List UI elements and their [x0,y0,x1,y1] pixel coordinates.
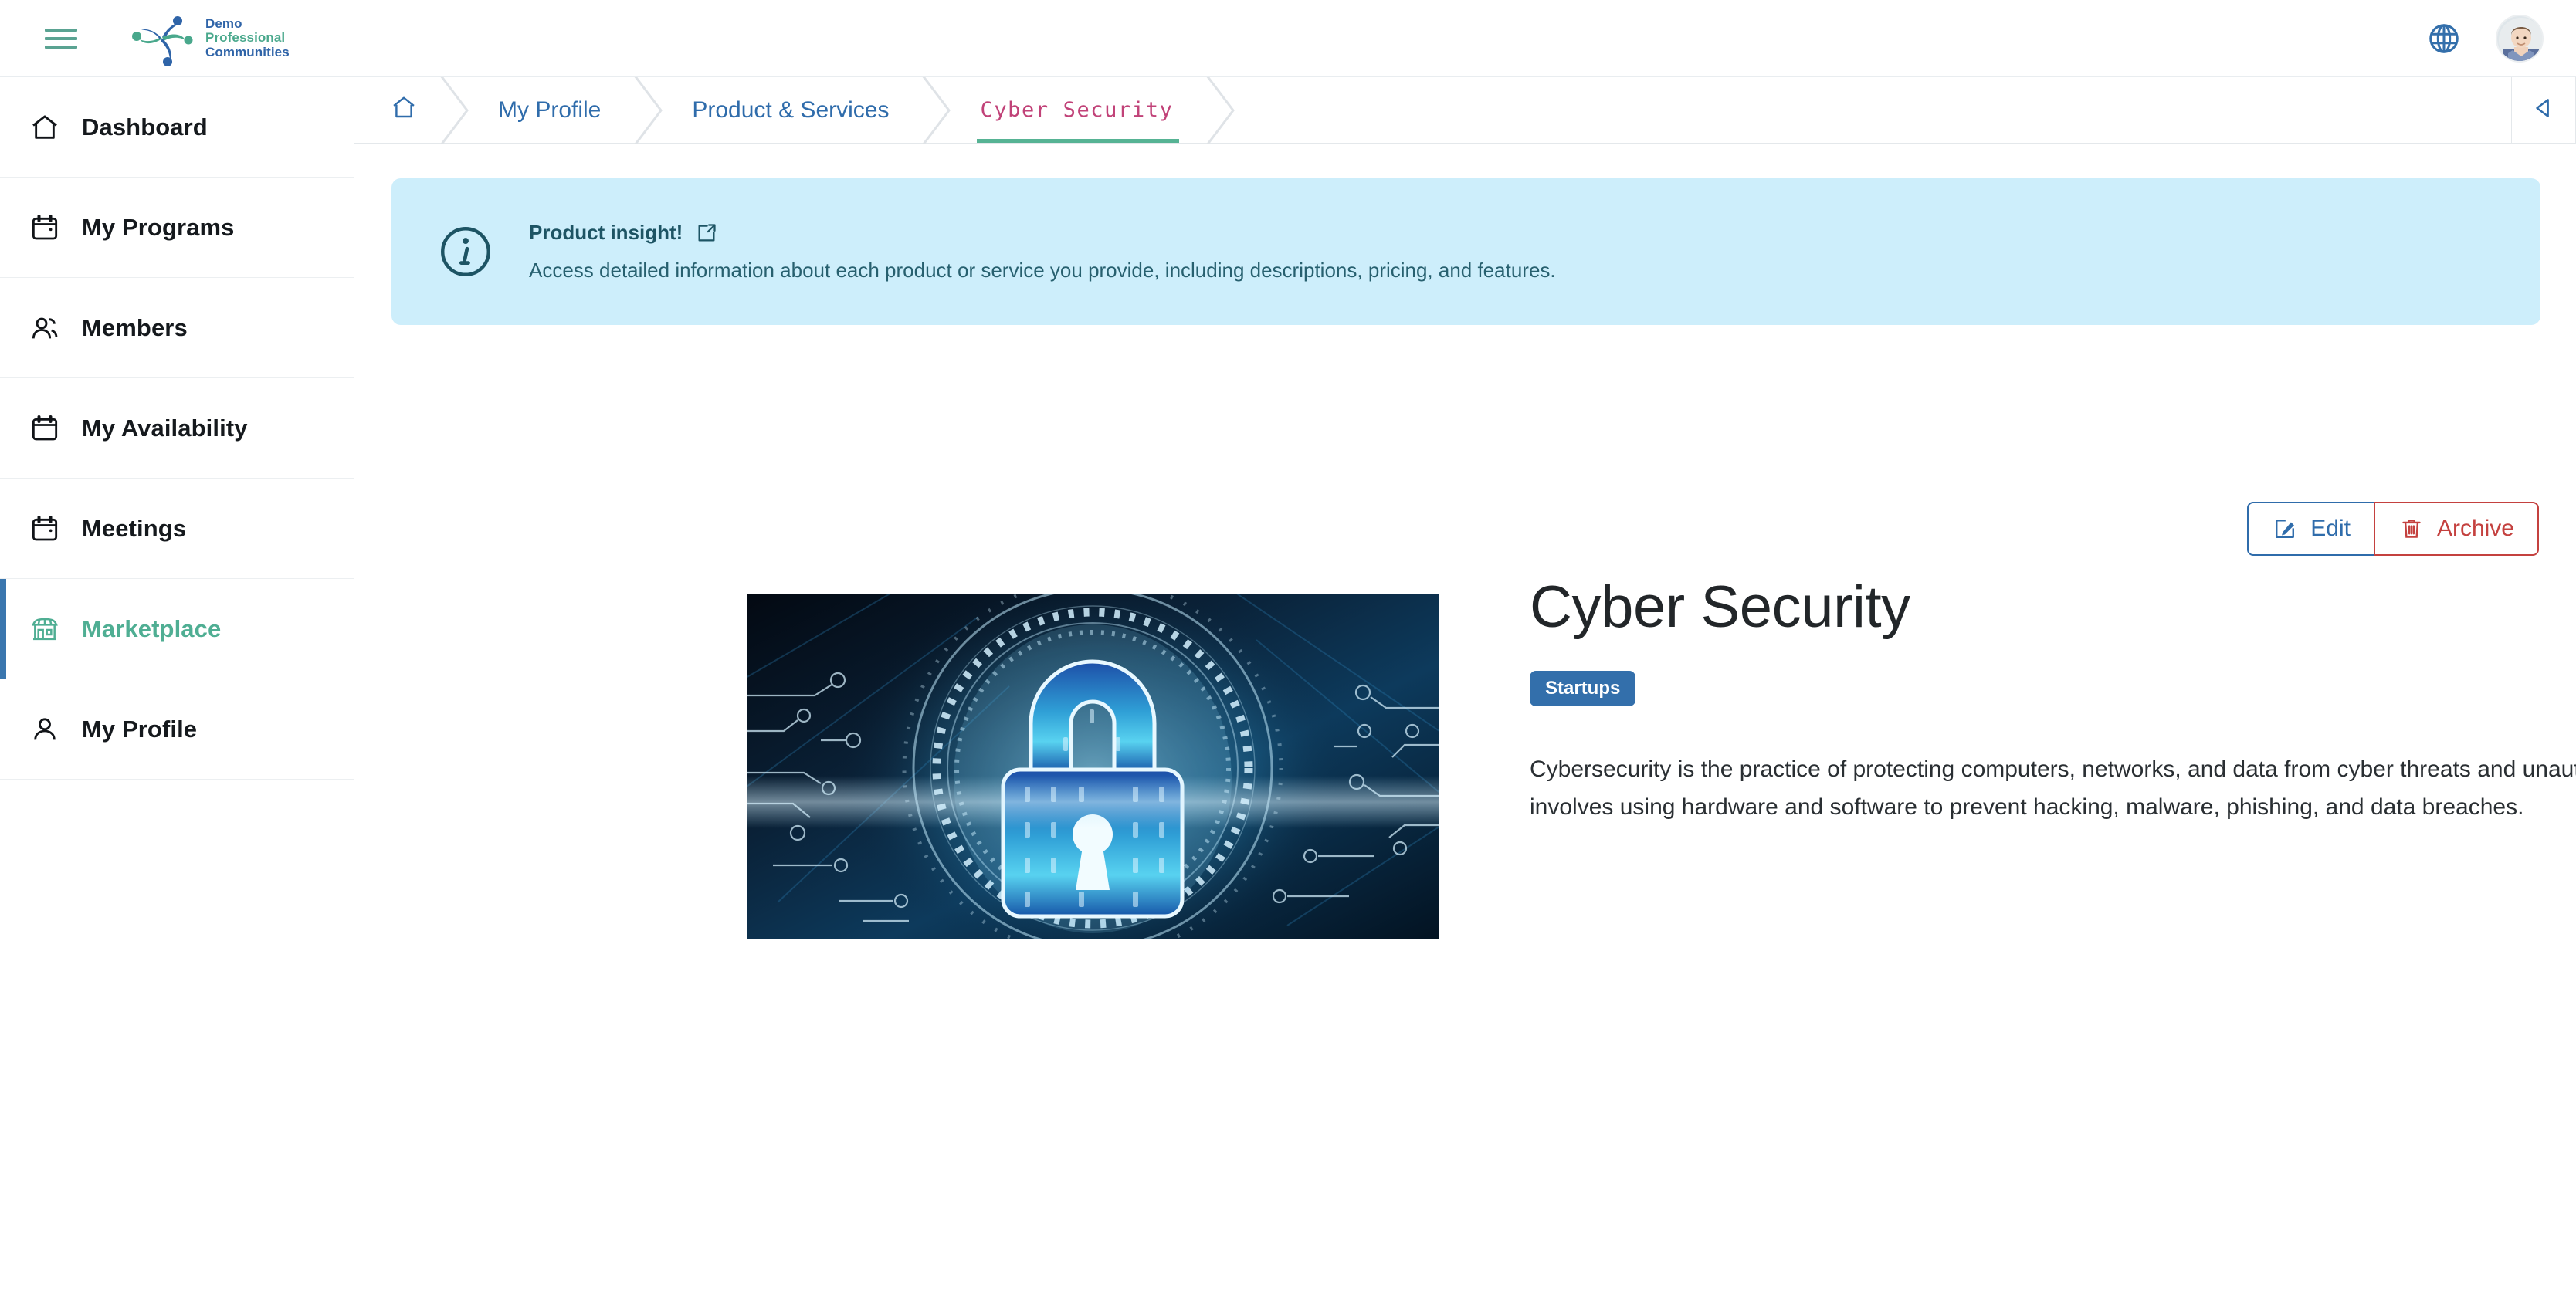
archive-button[interactable]: Archive [2373,502,2539,556]
page-title: Cyber Security [1530,574,1910,640]
brand-title: Demo Professional Communities [205,15,290,59]
sidebar-item-label: My Programs [82,213,235,241]
trash-icon [2398,516,2425,542]
banner-title-row: Product insight! [529,221,1556,245]
product-description: Cybersecurity is the practice of protect… [1530,756,2576,820]
calendar-icon [28,411,62,445]
archive-button-label: Archive [2436,516,2514,541]
product-insight-banner: Product insight! Access detailed informa… [391,178,2540,325]
sidebar-item-my-programs[interactable]: My Programs [0,178,354,278]
sidebar-item-label: Dashboard [82,113,208,140]
avatar[interactable] [2496,14,2544,63]
breadcrumb-separator-icon [630,77,666,144]
hamburger-icon[interactable] [45,25,80,52]
sidebar-item-label: Members [82,313,188,341]
breadcrumb-item-cyber-security[interactable]: Cyber Security [954,77,1202,143]
edit-button[interactable]: Edit [2247,502,2374,556]
breadcrumb-item-my-profile[interactable]: My Profile [472,77,630,143]
sidebar-item-label: My Availability [82,414,248,442]
hamburger-bar [45,36,77,40]
user-icon [28,712,62,746]
sidebar-item-members[interactable]: Members [0,278,354,378]
pencil-square-icon [2272,516,2298,542]
sidebar-item-label: My Profile [82,715,198,743]
breadcrumb-separator-icon [918,77,954,144]
sidebar-item-my-profile[interactable]: My Profile [0,679,354,780]
sidebar-item-my-availability[interactable]: My Availability [0,378,354,479]
breadcrumb: My Profile Product & Services Cyber Secu… [354,77,2576,144]
banner-description: Access detailed information about each p… [529,259,1556,282]
sidebar-item-marketplace[interactable]: Marketplace [0,579,354,679]
sidebar-item-label: Marketplace [82,614,222,642]
product-image [747,594,1439,939]
main-content: Product insight! Access detailed informa… [354,144,2576,1303]
breadcrumb-home[interactable] [354,77,436,143]
hamburger-bar [45,28,77,32]
sidebar-item-dashboard[interactable]: Dashboard [0,77,354,178]
breadcrumb-label: Cyber Security [980,98,1174,122]
brand-logo[interactable]: Demo Professional Communities [128,11,290,66]
top-header: Demo Professional Communities [0,0,2576,77]
breadcrumb-separator-icon [436,77,472,144]
users-icon [28,311,62,345]
breadcrumb-separator-icon [1202,77,1238,144]
triangle-left-icon [2530,95,2557,125]
pinwheel-people-logo-icon [128,11,196,66]
external-link-icon[interactable] [695,222,718,245]
padlock-cyber-image-icon [747,594,1439,939]
calendar-icon [28,512,62,546]
edit-button-label: Edit [2310,516,2351,541]
breadcrumb-label: Product & Services [692,96,890,123]
sidebar: Dashboard My Programs Members My Availab… [0,77,354,1303]
product-actions: Edit Archive [2247,502,2539,556]
hamburger-bar [45,45,77,49]
breadcrumb-label: My Profile [498,96,602,123]
brand-line-1: Demo [205,15,242,31]
breadcrumb-collapse-button[interactable] [2511,77,2576,143]
product-details: Cyber Security Startups Cybersecurity is… [1530,577,2576,827]
globe-icon[interactable] [2426,21,2462,56]
calendar-icon [28,211,62,245]
brand-line-3: Communities [205,44,290,59]
header-actions [2426,14,2576,63]
banner-body: Product insight! Access detailed informa… [529,221,1556,283]
brand-line-2: Professional [205,30,286,46]
storefront-icon [28,612,62,646]
sidebar-item-label: Meetings [82,514,187,542]
info-circle-icon [436,222,495,281]
breadcrumb-item-product-services[interactable]: Product & Services [666,77,918,143]
status-badge: Startups [1530,670,1636,706]
home-icon [390,93,418,127]
home-icon [28,110,62,144]
banner-title: Product insight! [529,221,683,244]
sidebar-item-meetings[interactable]: Meetings [0,479,354,579]
